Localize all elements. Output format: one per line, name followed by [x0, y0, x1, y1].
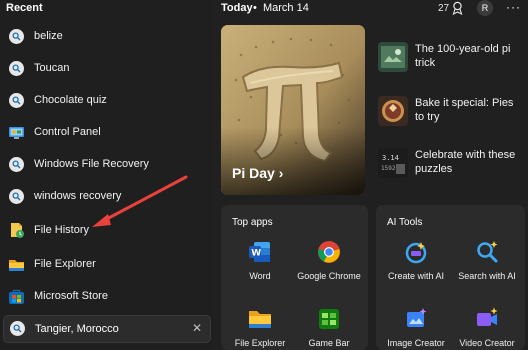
recent-item-toucan[interactable]: Toucan — [0, 53, 211, 83]
tool-label: Search with AI — [458, 271, 516, 281]
app-tile-file-explorer[interactable]: File Explorer — [225, 306, 295, 350]
create-ai-icon — [403, 239, 429, 265]
news-title: Celebrate with these puzzles — [415, 149, 516, 175]
app-label: Google Chrome — [297, 271, 361, 281]
app-label: File Explorer — [234, 338, 286, 348]
app-tile-game-bar[interactable]: Game Bar — [294, 306, 364, 350]
recent-item-label: Microsoft Store — [34, 290, 108, 302]
folder-icon — [247, 306, 273, 332]
recent-item-label: Toucan — [34, 62, 70, 74]
file-history-icon — [8, 222, 25, 239]
app-tile-google-chrome[interactable]: Google Chrome — [294, 239, 364, 299]
news-title: The 100-year-old pi trick — [415, 43, 511, 69]
recent-item-belize[interactable]: belize — [0, 21, 211, 51]
control-panel-icon — [8, 124, 25, 141]
search-icon — [8, 156, 25, 173]
game-bar-icon — [316, 306, 342, 332]
reward-count: 27 — [438, 3, 450, 14]
news-thumbnail — [378, 42, 408, 72]
svg-text:W: W — [251, 249, 261, 259]
top-apps-title: Top apps — [232, 217, 273, 228]
search-icon — [8, 92, 25, 109]
date-separator: • — [253, 2, 257, 14]
search-icon — [8, 60, 25, 77]
search-icon — [8, 188, 25, 205]
recent-item-label: belize — [34, 30, 63, 42]
ai-tools-title: AI Tools — [387, 217, 423, 228]
recent-item-file-history[interactable]: File History — [0, 215, 211, 245]
top-apps-card: Top apps W Word Google Chrome File Explo… — [221, 205, 368, 350]
word-icon: W — [247, 239, 273, 265]
clear-search-icon[interactable]: ✕ — [192, 321, 202, 335]
recent-item-label: windows recovery — [34, 190, 122, 202]
news-title: Bake it special: Pies to try — [415, 97, 514, 123]
recent-item-chocolate-quiz[interactable]: Chocolate quiz — [0, 85, 211, 115]
news-thumbnail: 3.14 159265 — [378, 148, 408, 178]
avatar[interactable]: R — [477, 0, 493, 16]
rewards-icon[interactable] — [451, 1, 464, 20]
search-input[interactable]: Tangier, Morocco ✕ — [3, 315, 211, 343]
more-options-icon[interactable]: ··· — [506, 0, 521, 14]
recent-item-label: Control Panel — [34, 126, 101, 138]
hero-card-pi-day[interactable]: Pi Day › — [221, 25, 365, 195]
app-tile-word[interactable]: W Word — [225, 239, 295, 299]
recent-item-microsoft-store[interactable]: Microsoft Store — [0, 281, 211, 311]
svg-text:3.14: 3.14 — [382, 154, 399, 162]
recent-item-label: Windows File Recovery — [34, 158, 149, 170]
news-item[interactable]: 3.14 159265 Celebrate with these puzzles — [378, 148, 528, 188]
today-label: Today — [221, 2, 253, 14]
recent-item-label: File History — [34, 224, 90, 236]
ai-tile-video-creator[interactable]: Video Creator — [452, 306, 522, 350]
ai-tools-card: AI Tools Create with AI Search with AI I… — [376, 205, 525, 350]
image-creator-icon — [403, 306, 429, 332]
recent-item-label: Chocolate quiz — [34, 94, 107, 106]
search-icon — [10, 321, 25, 336]
search-ai-icon — [474, 239, 500, 265]
app-label: Game Bar — [308, 338, 350, 348]
hero-title: Pi Day › — [232, 165, 283, 181]
news-thumbnail — [378, 96, 408, 126]
date-text: March 14 — [262, 2, 309, 14]
recent-item-file-explorer[interactable]: File Explorer — [0, 249, 211, 279]
search-value: Tangier, Morocco — [35, 323, 119, 335]
ai-tile-create-with-ai[interactable]: Create with AI — [381, 239, 451, 299]
ai-tile-search-with-ai[interactable]: Search with AI — [452, 239, 522, 299]
header-date: • March 14 — [253, 2, 309, 14]
video-creator-icon — [474, 306, 500, 332]
tool-label: Image Creator — [387, 338, 445, 348]
tool-label: Create with AI — [387, 271, 445, 281]
news-item[interactable]: The 100-year-old pi trick — [378, 42, 528, 82]
recent-item-control-panel[interactable]: Control Panel — [0, 117, 211, 147]
recent-pane: Recent belize Toucan Chocolate quiz Cont… — [0, 0, 213, 350]
recent-item-windows-recovery[interactable]: windows recovery — [0, 181, 211, 211]
news-item[interactable]: Bake it special: Pies to try — [378, 96, 528, 136]
recent-item-windows-file-recovery[interactable]: Windows File Recovery — [0, 149, 211, 179]
recent-item-label: File Explorer — [34, 258, 96, 270]
ai-tile-image-creator[interactable]: Image Creator — [381, 306, 451, 350]
search-icon — [8, 28, 25, 45]
recent-title: Recent — [6, 2, 43, 14]
tool-label: Video Creator — [459, 338, 515, 348]
chrome-icon — [316, 239, 342, 265]
folder-icon — [8, 256, 25, 273]
hero-title-text: Pi Day — [232, 165, 275, 181]
store-icon — [8, 288, 25, 305]
chevron-right-icon: › — [278, 165, 284, 181]
app-label: Word — [249, 271, 271, 281]
